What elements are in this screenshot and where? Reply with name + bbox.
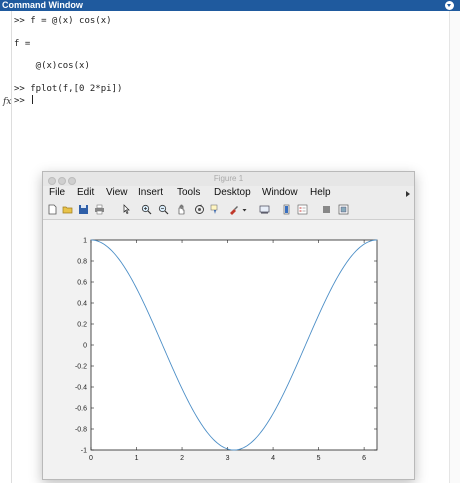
y-tick-label: -0.6 <box>75 406 87 413</box>
menu-overflow-icon[interactable] <box>406 191 410 197</box>
figure-toolbar <box>43 201 414 220</box>
command-window-title: Command Window <box>2 0 83 10</box>
command-window-gutter <box>0 11 12 483</box>
insert-colorbar-icon[interactable] <box>281 204 292 215</box>
y-tick-label: 0.6 <box>77 280 87 287</box>
prompt-text: >> <box>14 96 31 106</box>
insert-legend-icon[interactable] <box>297 204 308 215</box>
y-tick-label: 1 <box>83 238 87 245</box>
command-prompt[interactable]: >> <box>14 95 34 106</box>
open-folder-icon[interactable] <box>62 204 73 215</box>
output-line-function: @(x)cos(x) <box>14 61 90 71</box>
figure-title-bar[interactable]: Figure 1 <box>43 172 414 186</box>
figure-window[interactable]: Figure 1 File Edit View Insert Tools Des… <box>42 171 415 480</box>
command-window-scrollbar[interactable] <box>449 11 460 483</box>
print-icon[interactable] <box>94 204 105 215</box>
y-tick-label: 0.2 <box>77 322 87 329</box>
line-chart[interactable]: 0 1 2 3 4 5 6 1 0.8 0.6 0.4 0.2 0 -0.2 -0.4 -0.6 -0.8 -1 <box>43 220 414 479</box>
menu-edit[interactable]: Edit <box>77 187 94 198</box>
menu-help[interactable]: Help <box>310 187 331 198</box>
menu-view[interactable]: View <box>106 187 128 198</box>
brush-icon[interactable] <box>228 204 239 215</box>
menu-window[interactable]: Window <box>262 187 298 198</box>
command-line-2: >> fplot(f,[0 2*pi]) <box>14 84 123 94</box>
menu-insert[interactable]: Insert <box>138 187 163 198</box>
plot-axes-box <box>90 239 378 451</box>
y-tick-label: -1 <box>81 448 87 455</box>
minimize-window-icon[interactable] <box>58 177 66 185</box>
data-cursor-icon[interactable] <box>210 204 221 215</box>
link-icon[interactable] <box>259 204 270 215</box>
figure-title: Figure 1 <box>213 174 244 183</box>
figure-menu-bar: File Edit View Insert Tools Desktop Wind… <box>43 186 414 201</box>
y-tick-label: 0.8 <box>77 259 87 266</box>
brush-dropdown-icon[interactable] <box>239 204 247 215</box>
maximize-window-icon[interactable] <box>68 177 76 185</box>
x-tick-label: 1 <box>135 455 139 462</box>
y-tick-label: -0.2 <box>75 364 87 371</box>
x-tick-label: 4 <box>271 455 275 462</box>
panel-actions-icon[interactable] <box>445 1 454 10</box>
menu-desktop[interactable]: Desktop <box>214 187 251 198</box>
y-tick-label: 0.4 <box>77 301 87 308</box>
command-window-title-bar: Command Window <box>0 0 460 11</box>
menu-tools[interactable]: Tools <box>177 187 200 198</box>
command-line-1: >> f = @(x) cos(x) <box>14 16 112 26</box>
function-browser-icon[interactable]: fx <box>3 97 11 107</box>
pan-icon[interactable] <box>176 204 187 215</box>
x-tick-label: 0 <box>89 455 93 462</box>
rotate-icon[interactable] <box>194 204 205 215</box>
zoom-out-icon[interactable] <box>158 204 169 215</box>
pointer-icon[interactable] <box>121 204 132 215</box>
output-line-f: f = <box>14 39 31 49</box>
y-tick-label: 0 <box>83 343 87 350</box>
hide-tools-icon[interactable] <box>321 204 332 215</box>
figure-plot-area[interactable]: 0 1 2 3 4 5 6 1 0.8 0.6 0.4 0.2 0 -0.2 -0.4 -0.6 -0.8 -1 <box>43 220 414 479</box>
x-tick-label: 5 <box>317 455 321 462</box>
x-tick-label: 6 <box>362 455 366 462</box>
text-cursor <box>32 95 34 104</box>
new-file-icon[interactable] <box>47 204 58 215</box>
close-window-icon[interactable] <box>48 177 56 185</box>
y-tick-label: -0.8 <box>75 427 87 434</box>
zoom-in-icon[interactable] <box>141 204 152 215</box>
y-tick-label: -0.4 <box>75 385 87 392</box>
menu-file[interactable]: File <box>49 187 65 198</box>
x-tick-label: 3 <box>226 455 230 462</box>
x-tick-label: 2 <box>180 455 184 462</box>
show-tools-icon[interactable] <box>338 204 349 215</box>
save-icon[interactable] <box>78 204 89 215</box>
